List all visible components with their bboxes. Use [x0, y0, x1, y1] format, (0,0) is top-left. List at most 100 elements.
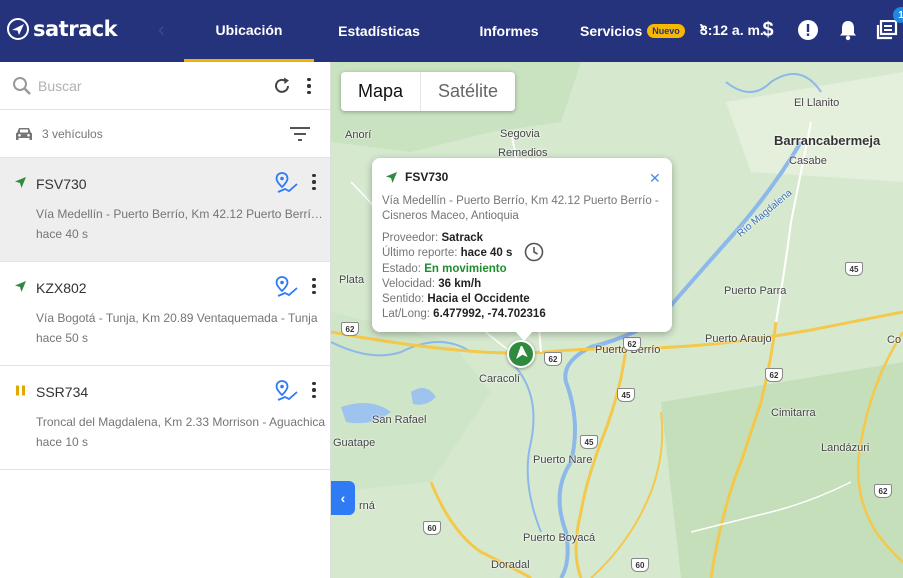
map-label: Barrancabermeja — [774, 133, 881, 148]
map-label: Co — [887, 334, 902, 346]
map-label: Anorí — [345, 129, 372, 141]
tab-label: Ubicación — [215, 21, 283, 38]
brand-name: satrack — [33, 17, 118, 41]
tab-servicios[interactable]: Servicios Nuevo — [580, 0, 700, 62]
route-shield: 62 — [544, 352, 562, 366]
vehicle-address: Vía Medellín - Puerto Berrío, Km 42.12 P… — [36, 207, 326, 221]
navigation-arrow-icon — [516, 346, 528, 359]
map-label: El Llanito — [794, 97, 840, 109]
map-label: Casabe — [789, 155, 827, 167]
vehicle-info-popup: FSV730 ✕ Vía Medellín - Puerto Berrío, K… — [372, 158, 672, 341]
popup-state: En movimiento — [424, 262, 507, 275]
alert-icon[interactable] — [796, 18, 820, 42]
popup-details: Proveedor: Satrack Último reporte: hace … — [382, 231, 546, 323]
vehicle-item[interactable]: KZX802 Vía Bogotá - Tunja, Km 20.89 Vent… — [0, 262, 330, 366]
moving-arrow-icon — [15, 177, 26, 188]
map-view[interactable]: Mapa Satélite Anorí Segovia Remedios Bar… — [331, 62, 903, 578]
dollar-icon[interactable]: $ — [756, 18, 780, 42]
popup-heading: Hacia el Occidente — [427, 293, 530, 306]
route-shield: 45 — [617, 388, 635, 402]
popup-state-row: Estado: En movimiento — [382, 262, 546, 277]
chevron-right-icon[interactable]: › — [699, 17, 705, 38]
route-shield: 60 — [423, 521, 441, 535]
popup-provider-row: Proveedor: Satrack — [382, 231, 546, 246]
chevron-left-icon[interactable]: ‹ — [158, 19, 165, 42]
tab-ubicacion[interactable]: Ubicación — [184, 0, 314, 62]
vehicle-address: Troncal del Magdalena, Km 2.33 Morrison … — [36, 415, 326, 429]
map-label: Cimitarra — [771, 407, 816, 419]
route-icon[interactable] — [275, 380, 299, 402]
vehicle-last-report: hace 50 s — [36, 331, 89, 345]
map-label: rná — [359, 500, 375, 512]
map-label: San Rafael — [372, 414, 427, 426]
route-shield: 62 — [874, 484, 892, 498]
bell-icon[interactable] — [836, 18, 860, 42]
label: Último reporte: — [382, 247, 458, 260]
label: Proveedor: — [382, 232, 439, 244]
more-options-icon[interactable] — [308, 172, 320, 192]
refresh-icon[interactable] — [272, 76, 292, 96]
map-type-toggle: Mapa Satélite — [341, 72, 516, 111]
label: Estado: — [382, 262, 421, 275]
clock-icon[interactable] — [524, 242, 544, 262]
map-label: Doradal — [491, 559, 530, 571]
route-icon[interactable] — [275, 276, 299, 298]
tab-label: Servicios — [580, 23, 643, 39]
tab-estadisticas[interactable]: Estadísticas — [324, 0, 434, 62]
pause-icon — [16, 385, 25, 396]
label: Sentido: — [382, 293, 425, 306]
map-label: Landázuri — [821, 442, 870, 454]
popup-latlong-row: Lat/Long: 6.477992, -74.702316 — [382, 307, 546, 322]
inbox-icon[interactable] — [875, 18, 899, 42]
popup-address: Vía Medellín - Puerto Berrío, Km 42.12 P… — [382, 195, 659, 222]
search-bar — [0, 62, 330, 110]
vehicle-plate: FSV730 — [36, 176, 87, 192]
popup-last-report: hace 40 s — [460, 247, 513, 260]
vehicle-sidebar: 3 vehículos FSV730 Vía Medellín - Puerto… — [0, 62, 331, 578]
vehicle-plate: SSR734 — [36, 384, 89, 400]
route-shield: 62 — [765, 368, 783, 382]
popup-speed-row: Velocidad: 36 km/h — [382, 277, 546, 292]
label: Lat/Long: — [382, 308, 430, 321]
map-label: Caracolí — [479, 373, 520, 385]
satrack-logo-icon — [7, 18, 29, 40]
vehicle-count-row: 3 vehículos — [0, 110, 330, 158]
filter-icon[interactable] — [290, 127, 310, 141]
vehicle-item[interactable]: FSV730 Vía Medellín - Puerto Berrío, Km … — [0, 158, 330, 262]
map-type-mapa[interactable]: Mapa — [341, 72, 420, 111]
more-options-icon[interactable] — [308, 276, 320, 296]
vehicle-count: 3 vehículos — [42, 126, 103, 141]
map-type-satelite[interactable]: Satélite — [420, 72, 515, 111]
map-label: Puerto Araujo — [705, 333, 772, 345]
vehicle-plate: KZX802 — [36, 280, 87, 296]
popup-speed: 36 km/h — [438, 277, 482, 290]
vehicle-last-report: hace 10 s — [36, 435, 89, 449]
map-label: Puerto Boyacá — [523, 532, 596, 544]
route-shield: 62 — [341, 322, 359, 336]
map-label: Guatape — [333, 437, 376, 449]
search-input[interactable] — [38, 77, 258, 94]
label: Velocidad: — [382, 277, 436, 290]
vehicle-item[interactable]: SSR734 Troncal del Magdalena, Km 2.33 Mo… — [0, 366, 330, 470]
moving-arrow-icon — [15, 281, 26, 292]
new-badge: Nuevo — [647, 24, 685, 38]
vehicle-last-report: hace 40 s — [36, 227, 89, 241]
brand-logo[interactable]: satrack — [7, 17, 118, 41]
route-shield: 45 — [580, 435, 598, 449]
close-icon[interactable]: ✕ — [649, 170, 661, 187]
collapse-sidebar-button[interactable]: ‹ — [331, 481, 355, 515]
app: satrack ‹ Ubicación Estadísticas Informe… — [0, 0, 903, 578]
car-icon — [16, 127, 32, 140]
more-options-icon[interactable] — [308, 380, 320, 400]
popup-provider: Satrack — [441, 232, 484, 244]
tab-label: Informes — [479, 23, 539, 39]
popup-plate: FSV730 — [405, 170, 449, 184]
vehicle-marker[interactable] — [507, 340, 535, 368]
tab-label: Estadísticas — [338, 23, 420, 39]
popup-latlong: 6.477992, -74.702316 — [433, 308, 546, 321]
route-shield: 62 — [623, 337, 641, 351]
more-options-icon[interactable] — [303, 76, 315, 96]
tab-informes[interactable]: Informes — [464, 0, 554, 62]
route-icon[interactable] — [275, 172, 299, 194]
moving-arrow-icon — [386, 171, 397, 183]
